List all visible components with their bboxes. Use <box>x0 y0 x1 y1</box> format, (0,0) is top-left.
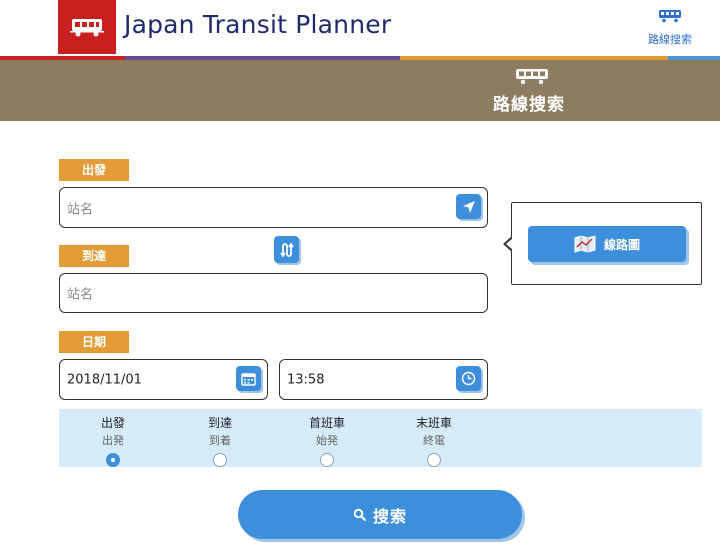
radio-button[interactable] <box>320 453 334 467</box>
swap-stations-button[interactable] <box>274 236 299 263</box>
date-value: 2018/11/01 <box>67 372 142 387</box>
search-type-options: 出發 出発 到達 到着 首班車 始発 末班車 終電 <box>59 409 702 467</box>
departure-label: 出發 <box>59 159 129 181</box>
departure-placeholder: 站名 <box>67 202 94 217</box>
search-button[interactable]: 搜索 <box>238 490 522 539</box>
calendar-button[interactable] <box>236 366 261 391</box>
clock-icon <box>461 371 476 386</box>
route-map-button[interactable]: 線路圖 <box>528 226 686 262</box>
current-location-button[interactable] <box>456 194 481 219</box>
time-value: 13:58 <box>287 372 325 387</box>
route-map-button-label: 線路圖 <box>603 237 640 252</box>
page-banner: 路線搜索 <box>0 60 720 121</box>
date-label: 日期 <box>59 331 129 353</box>
date-input[interactable]: 2018/11/01 <box>59 359 268 400</box>
option-sublabel: 始発 <box>316 434 338 447</box>
page-title: 路線搜索 <box>493 95 565 115</box>
option-label: 首班車 <box>308 416 345 430</box>
option-departure[interactable]: 出發 出発 <box>83 409 143 467</box>
option-sublabel: 出発 <box>102 434 124 447</box>
search-icon <box>353 508 366 521</box>
train-icon <box>516 69 548 85</box>
option-label: 到達 <box>207 416 232 430</box>
app-title: Japan Transit Planner <box>124 10 392 39</box>
option-sublabel: 終電 <box>423 434 445 447</box>
calendar-icon <box>241 372 256 386</box>
departure-station-input[interactable]: 站名 <box>59 187 488 228</box>
location-arrow-icon <box>462 200 475 213</box>
option-last-train[interactable]: 末班車 終電 <box>404 409 464 467</box>
time-input[interactable]: 13:58 <box>279 359 488 400</box>
option-sublabel: 到着 <box>209 434 231 447</box>
map-icon <box>574 235 596 253</box>
nav-route-search-label: 路線搜索 <box>648 33 692 46</box>
option-label: 末班車 <box>415 416 452 430</box>
callout-pointer-fill <box>506 238 513 250</box>
app-logo[interactable] <box>58 0 116 54</box>
train-icon <box>70 19 104 37</box>
app-header: Japan Transit Planner 路線搜索 <box>0 0 720 56</box>
option-first-train[interactable]: 首班車 始発 <box>297 409 357 467</box>
swap-icon <box>279 242 294 257</box>
search-button-label: 搜索 <box>372 506 407 526</box>
radio-button[interactable] <box>213 453 227 467</box>
nav-route-search[interactable]: 路線搜索 <box>640 8 700 47</box>
arrival-station-input[interactable]: 站名 <box>59 273 488 313</box>
train-icon <box>659 10 681 23</box>
clock-button[interactable] <box>456 366 481 391</box>
radio-button[interactable] <box>427 453 441 467</box>
arrival-placeholder: 站名 <box>67 287 94 303</box>
option-arrival[interactable]: 到達 到着 <box>190 409 250 467</box>
arrival-label: 到達 <box>59 245 129 267</box>
radio-button[interactable] <box>106 453 120 467</box>
option-label: 出發 <box>100 416 125 430</box>
